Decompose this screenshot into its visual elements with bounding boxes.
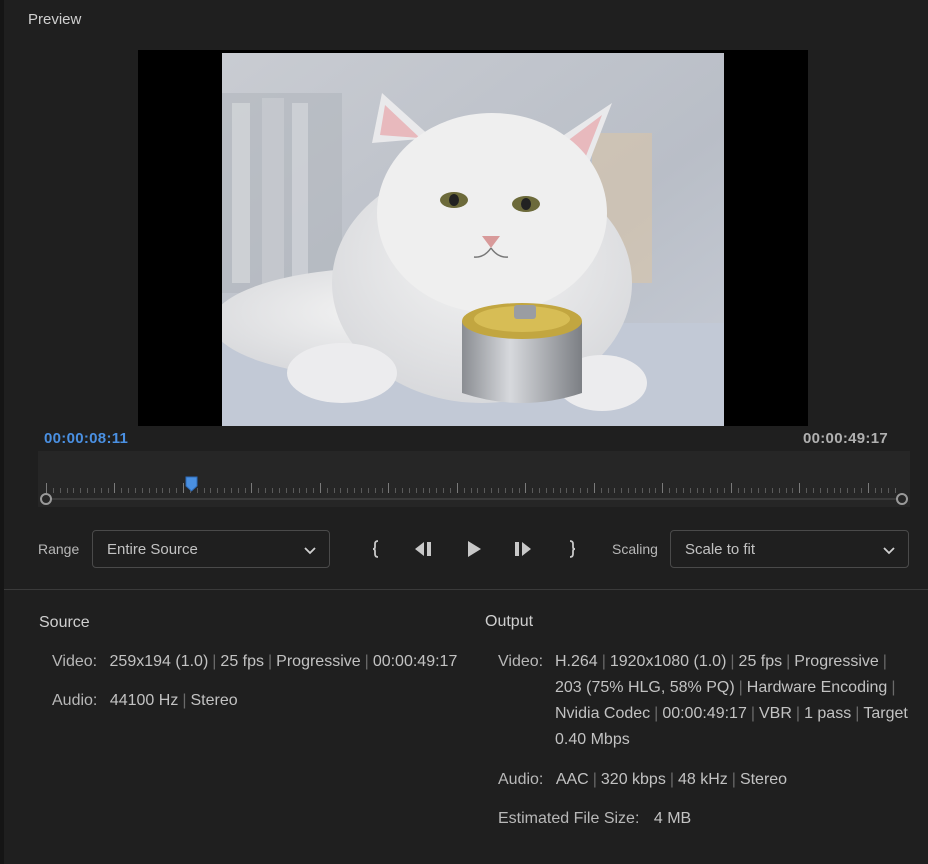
out-bracket-icon bbox=[569, 540, 576, 558]
scaling-label: Scaling bbox=[612, 541, 658, 557]
step-forward-icon bbox=[515, 542, 531, 556]
output-audio-bitrate: 320 kbps bbox=[600, 771, 666, 788]
panel-title: Preview bbox=[28, 11, 82, 28]
output-bitrate-mode: VBR bbox=[759, 705, 792, 722]
source-video-duration: 00:00:49:17 bbox=[372, 653, 458, 670]
source-audio-channels: Stereo bbox=[190, 692, 238, 709]
cat-image bbox=[222, 53, 724, 426]
timeline-track bbox=[46, 498, 902, 500]
source-audio-line: Audio: 44100 Hz | Stereo bbox=[52, 688, 238, 714]
output-pass: 1 pass bbox=[804, 705, 852, 722]
set-out-point-button[interactable] bbox=[560, 537, 584, 561]
timeline-scrubber[interactable] bbox=[38, 451, 910, 507]
play-icon bbox=[468, 541, 481, 557]
output-title: Output bbox=[485, 613, 534, 630]
output-scan: Progressive bbox=[794, 653, 879, 670]
source-video-key: Video: bbox=[52, 653, 98, 670]
output-encoder: Nvidia Codec bbox=[555, 705, 651, 722]
output-video-key: Video: bbox=[498, 653, 544, 670]
preview-image bbox=[222, 53, 724, 426]
output-resolution: 1920x1080 (1.0) bbox=[609, 653, 727, 670]
output-duration: 00:00:49:17 bbox=[662, 705, 747, 722]
preview-panel: Preview 00:00:08:11 00:00:49:17 Range En… bbox=[0, 0, 928, 864]
step-back-icon bbox=[415, 542, 431, 556]
scaling-dropdown[interactable]: Scale to fit bbox=[670, 530, 909, 568]
output-video-values: H.264 | 1920x1080 (1.0) | 25 fps | Progressive… bbox=[555, 649, 915, 753]
source-audio-key: Audio: bbox=[52, 692, 98, 709]
source-video-resolution: 259x194 (1.0) bbox=[109, 653, 209, 670]
source-title: Source bbox=[39, 614, 90, 631]
output-video-line-1: H.264 | 1920x1080 (1.0) | 25 fps | Progressive… bbox=[555, 653, 887, 670]
section-divider bbox=[4, 589, 928, 590]
timeline-ticks bbox=[46, 483, 896, 493]
output-video-line-4: 0.40 Mbps bbox=[555, 727, 915, 753]
out-point-handle[interactable] bbox=[896, 493, 908, 505]
in-bracket-icon bbox=[372, 540, 379, 558]
output-audio-channels: Stereo bbox=[739, 771, 788, 788]
output-video-line-2: 203 (75% HLG, 58% PQ) | Hardware Encoding | bbox=[555, 679, 896, 696]
current-timecode: 00:00:08:11 bbox=[44, 430, 129, 447]
chevron-down-icon bbox=[883, 547, 895, 555]
source-video-fps: 25 fps bbox=[220, 653, 265, 670]
output-audio-codec: AAC bbox=[555, 771, 589, 788]
total-duration: 00:00:49:17 bbox=[802, 430, 888, 447]
source-video-values: 259x194 (1.0) | 25 fps | Progressive | 00:00:4… bbox=[109, 653, 458, 670]
source-audio-values: 44100 Hz | Stereo bbox=[109, 692, 238, 709]
step-forward-button[interactable] bbox=[511, 537, 535, 561]
playhead-marker[interactable] bbox=[185, 476, 198, 492]
output-audio-values: AAC | 320 kbps | 48 kHz | Stereo bbox=[555, 771, 788, 788]
filesize-key: Estimated File Size: bbox=[498, 810, 640, 827]
output-audio-line: Audio: AAC | 320 kbps | 48 kHz | Stereo bbox=[498, 767, 787, 793]
output-hdr: 203 (75% HLG, 58% PQ) bbox=[555, 679, 735, 696]
range-value: Entire Source bbox=[107, 541, 198, 558]
range-dropdown[interactable]: Entire Source bbox=[92, 530, 330, 568]
scaling-value: Scale to fit bbox=[685, 541, 756, 558]
output-video-line-3: Nvidia Codec | 00:00:49:17 | VBR | 1 pass | Targ… bbox=[555, 705, 908, 722]
output-codec: H.264 bbox=[555, 653, 598, 670]
play-button[interactable] bbox=[462, 537, 486, 561]
output-filesize-line: Estimated File Size: 4 MB bbox=[498, 806, 691, 832]
step-back-button[interactable] bbox=[412, 537, 436, 561]
output-target-label: Target bbox=[863, 705, 908, 722]
set-in-point-button[interactable] bbox=[364, 537, 388, 561]
source-video-line: Video: 259x194 (1.0) | 25 fps | Progressive |… bbox=[52, 649, 457, 675]
output-target-bitrate: 0.40 Mbps bbox=[555, 731, 630, 748]
output-audio-rate: 48 kHz bbox=[677, 771, 728, 788]
output-fps: 25 fps bbox=[738, 653, 783, 670]
source-video-scan: Progressive bbox=[276, 653, 361, 670]
output-audio-key: Audio: bbox=[498, 771, 544, 788]
in-point-handle[interactable] bbox=[40, 493, 52, 505]
filesize-value: 4 MB bbox=[653, 810, 692, 827]
range-label: Range bbox=[38, 541, 80, 557]
preview-frame bbox=[138, 50, 808, 426]
output-hardware-encoding: Hardware Encoding bbox=[746, 679, 888, 696]
source-audio-rate: 44100 Hz bbox=[109, 692, 179, 709]
chevron-down-icon bbox=[304, 547, 316, 555]
